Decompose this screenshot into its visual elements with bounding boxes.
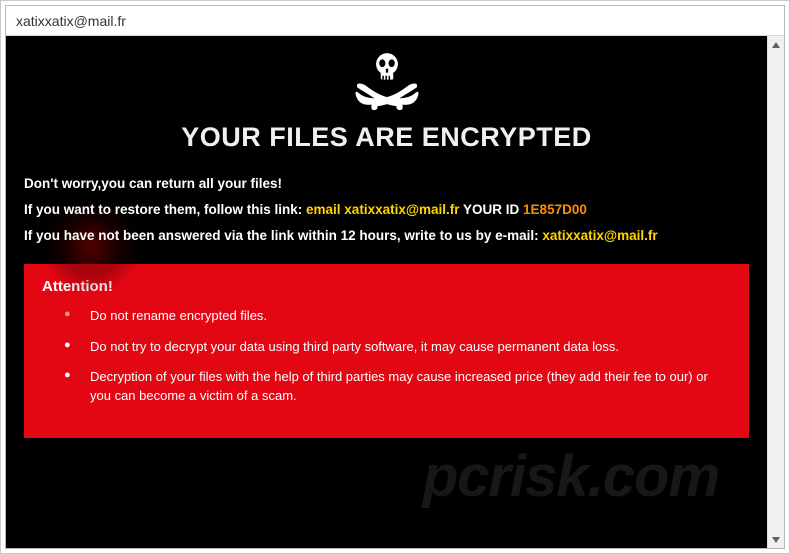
line3-prefix: If you have not been answered via the li… bbox=[24, 228, 298, 243]
intro-line-1: Don't worry,you can return all your file… bbox=[24, 175, 749, 193]
intro-line-3: If you have not been answered via the li… bbox=[24, 227, 749, 245]
attention-box: Attention! Do not rename encrypted files… bbox=[24, 264, 749, 438]
line2-email: email xatixxatix@mail.fr bbox=[306, 202, 460, 217]
ransom-content: YOUR FILES ARE ENCRYPTED Don't worry,you… bbox=[6, 36, 767, 548]
window-titlebar: xatixxatix@mail.fr bbox=[6, 6, 784, 36]
line3-mid: within 12 hours, write to us by e-mail: bbox=[298, 228, 543, 243]
line2-id-label: YOUR ID bbox=[460, 202, 524, 217]
logo-container bbox=[24, 50, 749, 114]
outer-frame: xatixxatix@mail.fr bbox=[0, 0, 790, 554]
line3-email: xatixxatix@mail.fr bbox=[542, 228, 657, 243]
watermark-text: pcrisk.com bbox=[423, 443, 719, 510]
scroll-up-arrow-icon[interactable] bbox=[768, 36, 784, 53]
window-title: xatixxatix@mail.fr bbox=[16, 13, 126, 29]
list-item: Do not rename encrypted files. bbox=[64, 307, 731, 326]
scroll-down-arrow-icon[interactable] bbox=[768, 531, 784, 548]
line2-id-value: 1E857D00 bbox=[523, 202, 587, 217]
line2-prefix: If you want to restore them, follow this… bbox=[24, 202, 306, 217]
main-heading: YOUR FILES ARE ENCRYPTED bbox=[24, 122, 749, 153]
attention-title: Attention! bbox=[42, 278, 731, 295]
content-wrap: YOUR FILES ARE ENCRYPTED Don't worry,you… bbox=[6, 36, 784, 548]
attention-list: Do not rename encrypted files. Do not tr… bbox=[42, 307, 731, 406]
skull-crossbones-icon bbox=[348, 50, 426, 114]
intro-line-2: If you want to restore them, follow this… bbox=[24, 201, 749, 219]
vertical-scrollbar[interactable] bbox=[767, 36, 784, 548]
list-item: Decryption of your files with the help o… bbox=[64, 368, 731, 406]
ransomware-window: xatixxatix@mail.fr bbox=[5, 5, 785, 549]
list-item: Do not try to decrypt your data using th… bbox=[64, 338, 731, 357]
